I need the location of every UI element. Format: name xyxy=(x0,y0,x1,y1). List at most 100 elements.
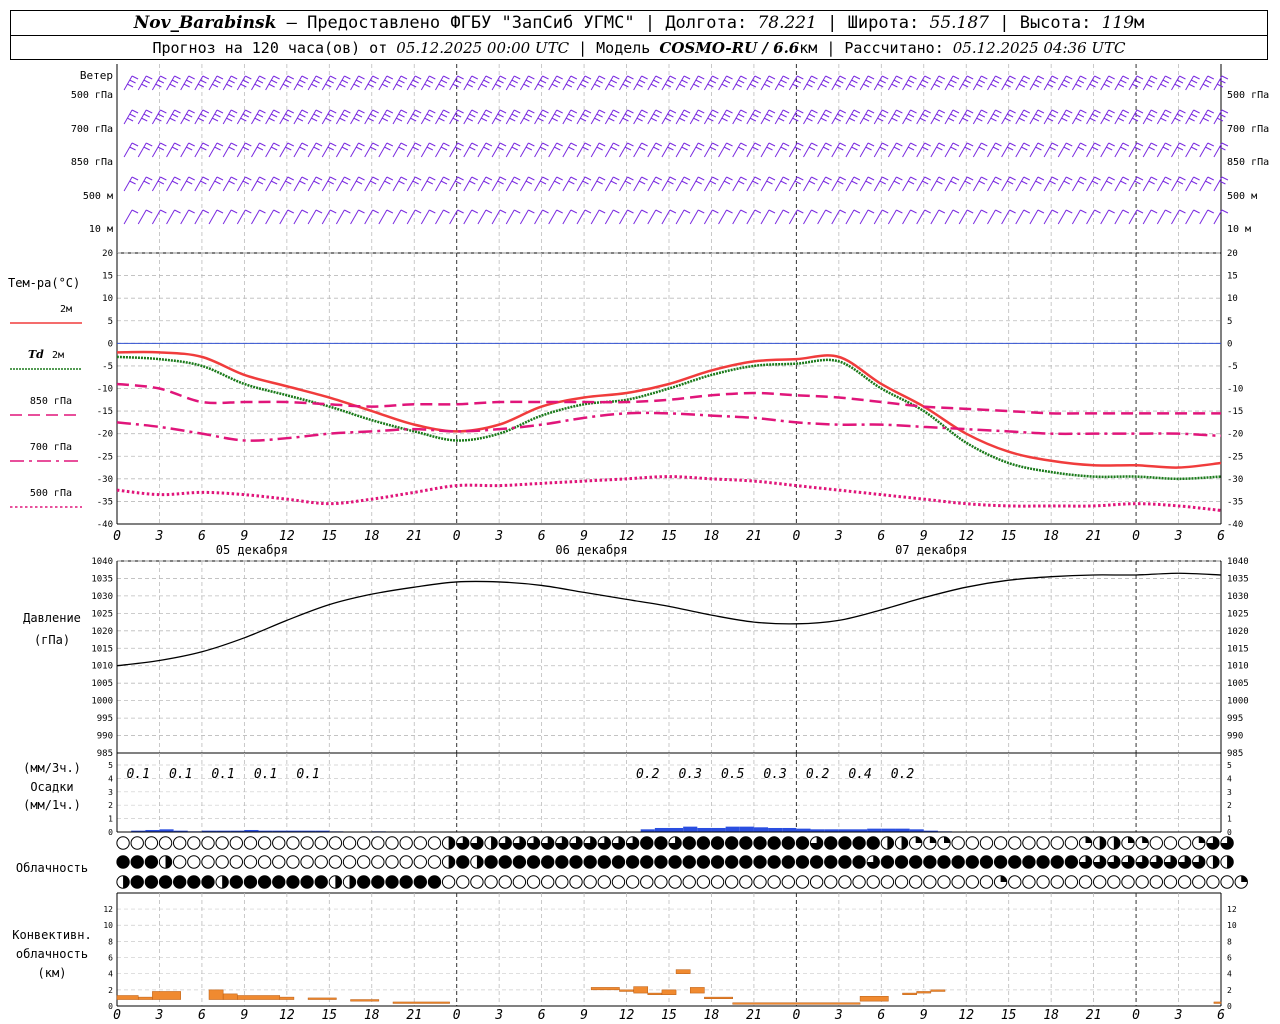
wind-barb xyxy=(633,209,648,225)
wind-barb-staff xyxy=(378,209,388,225)
cloud-circle xyxy=(724,875,739,889)
wind-barb-feather xyxy=(763,83,771,88)
cloud-cover-symbol xyxy=(1092,836,1107,850)
wind-barb xyxy=(208,209,224,225)
cloud-cover-symbol xyxy=(625,855,640,869)
wind-barb-feather xyxy=(355,79,363,84)
cloud-circle xyxy=(1149,875,1164,889)
precip-3h-label: 0.2 xyxy=(891,767,915,782)
wind-barb xyxy=(251,209,266,225)
cloud-circle xyxy=(1163,836,1178,850)
wind-barb-feather xyxy=(200,79,207,84)
hour-tick-label-mid: 15 xyxy=(321,529,337,544)
cloud-cover-symbol xyxy=(1192,875,1206,889)
cloud-cover-symbol xyxy=(1135,875,1149,889)
wind-barb xyxy=(859,142,875,158)
wind-barb-feather xyxy=(782,209,790,214)
wind-barb-feather xyxy=(1077,146,1085,151)
cloud-cover-symbol xyxy=(526,836,541,850)
wind-barb xyxy=(590,142,606,158)
wind-barb-feather xyxy=(1188,117,1195,122)
wind-barb xyxy=(732,176,747,192)
wind-barb-feather xyxy=(763,117,771,122)
cloud-fill-full xyxy=(838,855,852,869)
wind-barb xyxy=(1029,209,1045,225)
wind-barb-feather xyxy=(608,83,615,88)
wind-barb-feather xyxy=(1094,209,1101,214)
wind-barb-feather xyxy=(131,209,139,214)
wind-barb-staff xyxy=(1156,109,1166,125)
cloud-circle xyxy=(272,855,286,869)
wind-barb xyxy=(633,109,648,125)
cloud-cover-symbol xyxy=(1149,855,1164,869)
cloud-fill-full xyxy=(131,855,144,869)
wind-barb-feather xyxy=(301,209,309,214)
cloud-fill-full xyxy=(399,875,413,889)
wind-barb-staff xyxy=(604,109,614,125)
wind-barb xyxy=(1029,75,1045,91)
wind-barb xyxy=(420,75,436,91)
cloud-cover-symbol xyxy=(371,836,385,850)
cloud-circle xyxy=(229,855,244,869)
cloud-cover-symbol xyxy=(456,855,470,869)
cloud-cover-symbol xyxy=(809,836,824,850)
wind-barb-feather xyxy=(952,142,960,147)
wind-barb-feather xyxy=(834,83,841,88)
wind-barb-staff xyxy=(760,142,770,158)
wind-barb-staff xyxy=(1057,75,1067,91)
cloud-fill-part xyxy=(476,855,484,869)
cloud-cover-symbol xyxy=(1107,836,1121,850)
cloud-cover-symbol xyxy=(767,875,781,889)
wind-barb xyxy=(435,209,450,225)
wind-barb-staff xyxy=(166,142,175,158)
wind-barb-staff xyxy=(1114,209,1124,225)
conv-axis-unit: (км) xyxy=(38,966,67,980)
cloud-circle xyxy=(243,836,258,850)
wind-barb-staff xyxy=(208,142,218,158)
wind-barb-feather xyxy=(1023,142,1030,147)
cloud-fill-full xyxy=(598,855,611,869)
wind-barb-feather xyxy=(1009,109,1016,114)
cloud-cover-symbol xyxy=(328,875,343,889)
cloud-fill-full xyxy=(753,836,767,850)
cloud-cover-symbol xyxy=(116,855,130,869)
wind-barb-feather xyxy=(851,180,858,185)
wind-barb-feather xyxy=(358,209,365,214)
cloud-cover-symbol xyxy=(555,836,569,850)
wind-barb-feather xyxy=(454,79,462,84)
cloud-circle xyxy=(257,836,272,850)
wind-barb-feather xyxy=(1094,142,1101,147)
wind-barb-staff xyxy=(887,209,897,225)
wind-barb-staff xyxy=(222,209,232,225)
wind-barb-feather xyxy=(400,176,408,181)
wind-barb xyxy=(604,109,620,125)
conv-axis-label: Конвективн. xyxy=(12,928,91,942)
wind-barb-feather xyxy=(1207,75,1214,80)
conv-tick-right: 8 xyxy=(1227,937,1232,946)
wind-barb-feather xyxy=(568,180,575,185)
wind-barb-feather xyxy=(782,109,790,114)
cloud-fill-full xyxy=(753,855,767,869)
wind-barb-feather xyxy=(966,109,974,114)
cloud-cover-symbol xyxy=(328,855,343,869)
wind-barb-feather xyxy=(712,176,719,181)
cloud-cover-symbol xyxy=(300,836,314,850)
wind-barb-feather xyxy=(1049,79,1056,84)
wind-barb-feather xyxy=(438,117,445,122)
wind-barb-feather xyxy=(582,146,589,151)
cloud-cover-symbol xyxy=(1064,836,1079,850)
cloud-circle xyxy=(1192,875,1206,889)
cloud-cover-symbol xyxy=(739,875,753,889)
cloud-cover-symbol xyxy=(441,875,456,889)
wind-barb-staff xyxy=(378,109,388,125)
wind-barb-feather xyxy=(409,83,417,88)
wind-barb-feather xyxy=(514,176,521,181)
wind-barb-feather xyxy=(1219,113,1226,118)
wind-barb-feather xyxy=(183,83,190,88)
cloud-cover-symbol xyxy=(286,836,300,850)
wind-barb-feather xyxy=(1120,113,1127,118)
wind-barb-staff xyxy=(604,75,614,91)
wind-barb-feather xyxy=(1077,180,1085,185)
wind-barb-staff xyxy=(123,109,133,125)
wind-barb-feather xyxy=(737,79,745,84)
